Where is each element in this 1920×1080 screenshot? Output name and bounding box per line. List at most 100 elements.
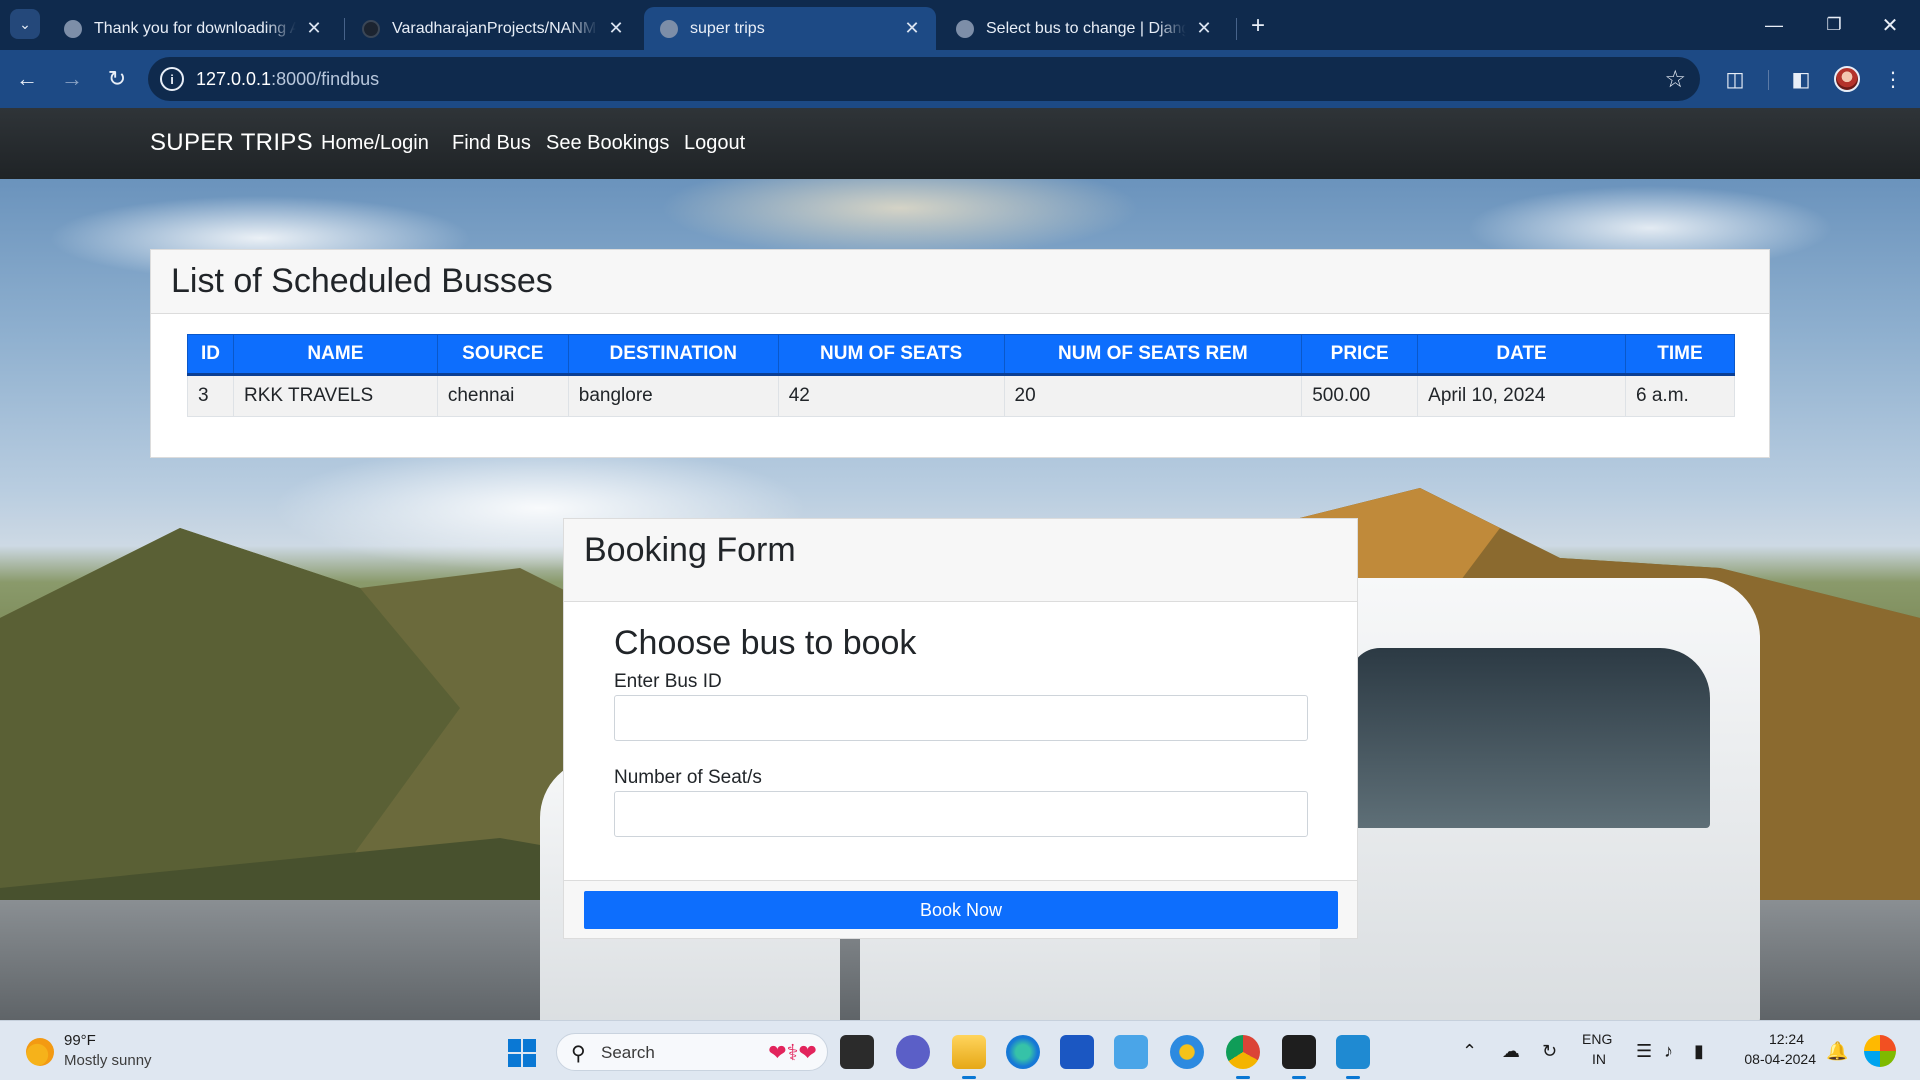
terminal-icon[interactable] (1282, 1035, 1316, 1079)
extensions-icon[interactable]: ◫ (1718, 62, 1752, 96)
profile-avatar[interactable] (1834, 66, 1860, 92)
cell-destination: banglore (567, 374, 779, 417)
bus-table: ID NAME SOURCE DESTINATION NUM OF SEATS … (187, 334, 1735, 417)
bus-id-input[interactable] (614, 695, 1308, 741)
column-header-destination: DESTINATION (567, 334, 779, 376)
weather-sun-icon[interactable] (26, 1038, 54, 1066)
nav-link-see-bookings[interactable]: See Bookings (546, 132, 669, 155)
tab-title: Select bus to change | Django site admin (986, 19, 1186, 37)
volume-icon[interactable]: ♪ (1664, 1041, 1673, 1062)
hearts-icon: ❤⚕❤ (768, 1040, 817, 1065)
booking-form-title: Booking Form (584, 531, 796, 569)
tab-divider (344, 18, 345, 40)
file-explorer-icon[interactable] (952, 1035, 986, 1079)
side-panel-icon[interactable]: ◧ (1784, 62, 1818, 96)
clock-time[interactable]: 12:24 (1744, 1031, 1804, 1047)
browser-menu-icon[interactable]: ⋮ (1876, 62, 1910, 96)
booking-form-body: Choose bus to book Enter Bus ID Number o… (564, 602, 1357, 837)
bus-list-card-header: List of Scheduled Busses (151, 250, 1769, 314)
bookmark-star-icon[interactable]: ☆ (1664, 65, 1686, 94)
taskbar-search-label: Search (601, 1043, 655, 1062)
booking-form-card: Booking Form Choose bus to book Enter Bu… (563, 518, 1358, 939)
arrow-right-icon: → (61, 66, 83, 91)
sync-icon[interactable]: ↻ (1542, 1041, 1557, 1062)
tab-title: VaradharajanProjects/NANMUDHALVAN (392, 19, 598, 37)
browser-tab-anydesk[interactable]: Thank you for downloading AnyDesk ✕ (48, 7, 338, 50)
toolbar-divider (1768, 70, 1769, 90)
close-icon[interactable]: ✕ (1194, 18, 1214, 39)
column-header-num-of-seats: NUM OF SEATS (777, 334, 1005, 376)
column-header-name: NAME (232, 334, 438, 376)
teams-chat-icon[interactable] (896, 1035, 930, 1069)
reload-button[interactable]: ↻ (100, 62, 134, 96)
new-tab-button[interactable]: + (1244, 12, 1272, 40)
weather-description[interactable]: Mostly sunny (64, 1052, 152, 1069)
globe-icon (64, 19, 82, 38)
copilot-icon[interactable] (1864, 1035, 1896, 1067)
browser-tab-django-admin[interactable]: Select bus to change | Django site admin… (940, 7, 1228, 50)
weather-temperature[interactable]: 99°F (64, 1032, 96, 1049)
minimize-button[interactable]: — (1754, 10, 1794, 40)
start-button[interactable] (508, 1039, 536, 1067)
globe-icon (660, 19, 678, 38)
notification-bell-icon[interactable]: 🔔 (1826, 1041, 1848, 1062)
tab-title: Thank you for downloading AnyDesk (94, 19, 296, 37)
wifi-icon[interactable]: ☰ (1636, 1041, 1652, 1062)
search-icon: ⚲ (571, 1043, 586, 1065)
url-text[interactable]: 127.0.0.1:8000/findbus (196, 69, 379, 90)
booking-form-footer: Book Now (564, 880, 1357, 938)
close-icon: ✕ (1881, 14, 1899, 37)
column-header-time: TIME (1625, 334, 1735, 376)
globe-icon (956, 19, 974, 38)
cell-num-of-seats: 42 (777, 374, 1005, 417)
chrome-icon[interactable] (1226, 1035, 1260, 1079)
nav-link-find-bus[interactable]: Find Bus (452, 132, 531, 155)
book-now-button[interactable]: Book Now (584, 891, 1338, 929)
edge-browser-icon[interactable] (1006, 1035, 1040, 1069)
clock-date[interactable]: 08-04-2024 (1736, 1051, 1816, 1067)
windows-taskbar: 99°F Mostly sunny ⚲ Search ❤⚕❤ ⌃ ☁ ↻ ENG… (0, 1020, 1920, 1080)
language-region[interactable]: IN (1592, 1051, 1606, 1067)
close-icon[interactable]: ✕ (606, 18, 626, 39)
address-bar[interactable]: i 127.0.0.1:8000/findbus ☆ (148, 57, 1700, 101)
tab-divider (1236, 18, 1237, 40)
column-header-id: ID (187, 334, 234, 376)
myhp-icon[interactable] (1114, 1035, 1148, 1069)
restore-button[interactable]: ❐ (1814, 10, 1854, 40)
page-viewport: SUPER TRIPS Home/Login Find Bus See Book… (0, 108, 1920, 1020)
taskbar-search[interactable]: ⚲ Search ❤⚕❤ (556, 1033, 828, 1071)
language-code[interactable]: ENG (1582, 1031, 1612, 1047)
close-icon[interactable]: ✕ (902, 18, 922, 39)
close-icon[interactable]: ✕ (304, 18, 324, 39)
tab-search-button[interactable]: ⌄ (10, 9, 40, 39)
forward-button[interactable]: → (55, 62, 89, 96)
window-close-button[interactable]: ✕ (1870, 10, 1910, 40)
booking-form-header: Booking Form (564, 519, 1357, 602)
chevron-up-icon[interactable]: ⌃ (1462, 1041, 1477, 1062)
cell-time: 6 a.m. (1625, 374, 1735, 417)
task-view-icon[interactable] (840, 1035, 874, 1069)
battery-icon[interactable]: ▮ (1694, 1041, 1704, 1062)
cell-source: chennai (436, 374, 569, 417)
table-row: 3 RKK TRAVELS chennai banglore 42 20 500… (187, 374, 1735, 417)
cloud-icon[interactable]: ☁ (1502, 1041, 1520, 1062)
seats-input[interactable] (614, 791, 1308, 837)
help-icon[interactable] (1170, 1035, 1204, 1069)
bus-image (1290, 578, 1760, 1020)
seats-label: Number of Seat/s (614, 767, 762, 788)
tab-title: super trips (690, 19, 765, 37)
site-info-icon[interactable]: i (160, 67, 184, 91)
browser-tab-github[interactable]: VaradharajanProjects/NANMUDHALVAN ✕ (346, 7, 640, 50)
url-host: 127.0.0.1 (196, 69, 272, 89)
vscode-icon[interactable] (1336, 1035, 1370, 1079)
form-subtitle: Choose bus to book (614, 624, 917, 662)
back-button[interactable]: ← (10, 62, 44, 96)
bus-id-label: Enter Bus ID (614, 671, 722, 692)
bus-list-card: List of Scheduled Busses ID NAME SOURCE … (150, 249, 1770, 458)
nav-link-home-login[interactable]: Home/Login (321, 132, 429, 155)
site-brand[interactable]: SUPER TRIPS (150, 129, 313, 157)
nav-link-logout[interactable]: Logout (684, 132, 745, 155)
microsoft-store-icon[interactable] (1060, 1035, 1094, 1069)
browser-tab-super-trips[interactable]: super trips ✕ (644, 7, 936, 50)
site-navbar: SUPER TRIPS Home/Login Find Bus See Book… (0, 108, 1920, 179)
